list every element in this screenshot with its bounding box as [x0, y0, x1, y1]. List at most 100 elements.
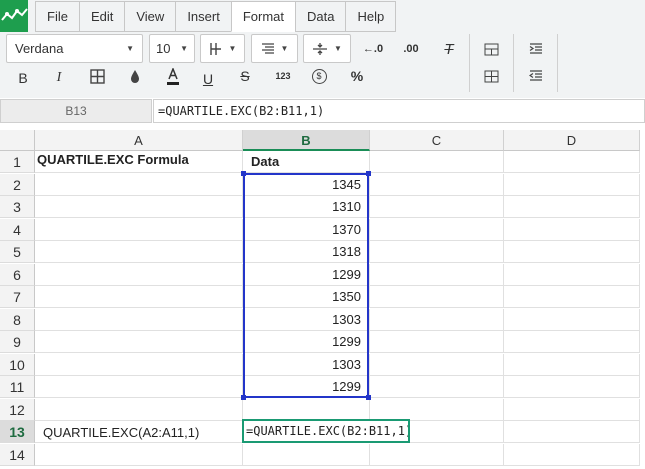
cell-c3[interactable]: [370, 196, 504, 218]
clear-format-button[interactable]: T: [436, 36, 462, 62]
currency-button[interactable]: $: [306, 63, 332, 89]
menu-file[interactable]: File: [35, 1, 79, 32]
cell-c10[interactable]: [370, 353, 504, 376]
row-header-12[interactable]: 12: [0, 398, 35, 421]
fill-color-button[interactable]: [122, 63, 148, 89]
menu-data[interactable]: Data: [295, 1, 346, 32]
cell-c2[interactable]: [370, 173, 504, 196]
column-header-b[interactable]: B: [243, 130, 370, 151]
cell-a1[interactable]: QUARTILE.EXC Formula: [35, 151, 243, 173]
cell-a6[interactable]: [35, 263, 243, 286]
cell-d10[interactable]: [504, 353, 640, 376]
cell-d11[interactable]: [504, 376, 640, 398]
formula-input[interactable]: =QUARTILE.EXC(B2:B11,1): [153, 99, 645, 123]
cell-c12[interactable]: [370, 398, 504, 421]
cell-d3[interactable]: [504, 196, 640, 218]
row-header-7[interactable]: 7: [0, 286, 35, 308]
menu-insert[interactable]: Insert: [175, 1, 231, 32]
row-header-4[interactable]: 4: [0, 218, 35, 241]
cell-d1[interactable]: [504, 151, 640, 173]
cell-c5[interactable]: [370, 241, 504, 263]
range-handle[interactable]: [241, 171, 246, 176]
row-header-2[interactable]: 2: [0, 173, 35, 196]
font-size-select[interactable]: 10 ▼: [149, 34, 195, 63]
row-header-10[interactable]: 10: [0, 353, 35, 376]
cell-d7[interactable]: [504, 286, 640, 308]
column-header-d[interactable]: D: [504, 130, 640, 151]
cell-a7[interactable]: [35, 286, 243, 308]
cell-b1[interactable]: Data: [243, 151, 370, 173]
menu-format[interactable]: Format: [230, 1, 295, 32]
decrease-decimals-button[interactable]: ←.0: [360, 36, 386, 62]
column-header-c[interactable]: C: [370, 130, 504, 151]
cell-c9[interactable]: [370, 331, 504, 353]
cell-d12[interactable]: [504, 398, 640, 421]
row-header-8[interactable]: 8: [0, 308, 35, 331]
cell-c7[interactable]: [370, 286, 504, 308]
font-family-select[interactable]: Verdana ▼: [6, 34, 143, 63]
row-header-14[interactable]: 14: [0, 443, 35, 466]
cell-borders-button[interactable]: [84, 63, 110, 89]
cell-a2[interactable]: [35, 173, 243, 196]
cell-c1[interactable]: [370, 151, 504, 173]
row-header-6[interactable]: 6: [0, 263, 35, 286]
cell-editor[interactable]: =QUARTILE.EXC(B2:B11,1): [242, 419, 410, 443]
row-header-9[interactable]: 9: [0, 331, 35, 353]
cell-a3[interactable]: [35, 196, 243, 218]
cell-d14[interactable]: [504, 443, 640, 466]
range-handle[interactable]: [241, 395, 246, 400]
percent-button[interactable]: %: [344, 63, 370, 89]
cell-a14[interactable]: [35, 443, 243, 466]
underline-button[interactable]: U: [195, 66, 221, 92]
cell-c6[interactable]: [370, 263, 504, 286]
cell-a5[interactable]: [35, 241, 243, 263]
text-color-button[interactable]: [160, 63, 186, 89]
cell-c4[interactable]: [370, 218, 504, 241]
cell-d8[interactable]: [504, 308, 640, 331]
cell-c11[interactable]: [370, 376, 504, 398]
row-header-13[interactable]: 13: [0, 421, 35, 443]
menu-view[interactable]: View: [124, 1, 176, 32]
cell-a12[interactable]: [35, 398, 243, 421]
cell-d5[interactable]: [504, 241, 640, 263]
cell-c14[interactable]: [370, 443, 504, 466]
cell-d13[interactable]: [504, 421, 640, 443]
vertical-align-dropdown[interactable]: ▼: [303, 34, 351, 63]
number-format-button[interactable]: 123: [270, 63, 296, 89]
cell-a11[interactable]: [35, 376, 243, 398]
cell-d6[interactable]: [504, 263, 640, 286]
menu-help[interactable]: Help: [345, 1, 397, 32]
cell-a13[interactable]: QUARTILE.EXC(A2:A11,1): [35, 421, 243, 443]
cell-d4[interactable]: [504, 218, 640, 241]
cell-a9[interactable]: [35, 331, 243, 353]
wrap-button[interactable]: [478, 63, 504, 89]
cell-b14[interactable]: [243, 443, 370, 466]
increase-decimals-button[interactable]: .00: [398, 36, 424, 62]
select-all-corner[interactable]: [0, 130, 35, 151]
horizontal-align-dropdown[interactable]: ▼: [251, 34, 298, 63]
range-handle[interactable]: [366, 171, 371, 176]
cell-c8[interactable]: [370, 308, 504, 331]
outdent-button[interactable]: [523, 63, 549, 89]
bold-button[interactable]: B: [10, 65, 36, 91]
cell-d2[interactable]: [504, 173, 640, 196]
cell-d9[interactable]: [504, 331, 640, 353]
italic-button[interactable]: I: [46, 65, 72, 91]
row-header-5[interactable]: 5: [0, 241, 35, 263]
cell-a10[interactable]: [35, 353, 243, 376]
range-handle[interactable]: [366, 395, 371, 400]
cell-b12[interactable]: [243, 398, 370, 421]
row-header-1[interactable]: 1: [0, 151, 35, 173]
borders-dropdown[interactable]: ▼: [200, 34, 245, 63]
name-box[interactable]: B13: [0, 99, 152, 123]
cell-a4[interactable]: [35, 218, 243, 241]
column-header-a[interactable]: A: [35, 130, 243, 151]
merge-cells-button[interactable]: [478, 36, 504, 62]
indent-button[interactable]: [523, 36, 549, 62]
italic-label: I: [56, 70, 62, 85]
row-header-11[interactable]: 11: [0, 376, 35, 398]
row-header-3[interactable]: 3: [0, 196, 35, 218]
cell-a8[interactable]: [35, 308, 243, 331]
strikethrough-button[interactable]: S: [232, 63, 258, 89]
menu-edit[interactable]: Edit: [78, 1, 125, 32]
